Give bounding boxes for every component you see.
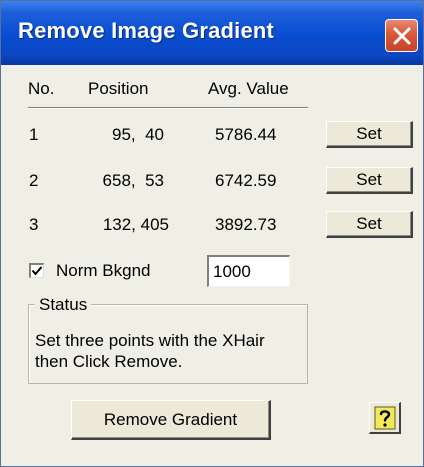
header-avg-value: Avg. Value	[208, 79, 289, 98]
title-bar[interactable]: Remove Image Gradient	[1, 1, 423, 65]
norm-bkgnd-value-input[interactable]	[207, 255, 290, 287]
row-3-position: 132, 405	[102, 215, 169, 234]
help-button[interactable]	[369, 402, 401, 434]
set-button-2[interactable]: Set	[326, 167, 413, 194]
status-message: Set three points with the XHair then Cli…	[35, 330, 305, 372]
remove-image-gradient-dialog: Remove Image Gradient No. Position Avg. …	[0, 0, 424, 467]
checkmark-icon	[31, 266, 43, 276]
close-x-icon	[393, 27, 411, 45]
status-group-label: Status	[35, 295, 92, 315]
header-divider	[28, 107, 308, 109]
row-1-no: 1	[29, 125, 39, 144]
close-button[interactable]	[385, 19, 418, 52]
norm-bkgnd-label[interactable]: Norm Bkgnd	[56, 261, 150, 281]
header-no: No.	[28, 79, 55, 98]
status-message-line-2: then Click Remove.	[35, 352, 183, 371]
set-button-3[interactable]: Set	[326, 211, 413, 238]
remove-gradient-button[interactable]: Remove Gradient	[71, 400, 271, 440]
row-1-position: 95, 40	[112, 125, 164, 144]
set-button-1[interactable]: Set	[326, 121, 413, 148]
norm-bkgnd-checkbox[interactable]	[29, 263, 44, 278]
row-3-no: 3	[29, 215, 39, 234]
help-question-icon	[374, 406, 396, 430]
row-2-position: 658, 53	[102, 171, 164, 190]
row-2-avg-value: 6742.59	[215, 171, 277, 190]
header-position: Position	[88, 79, 149, 98]
row-1-avg-value: 5786.44	[215, 125, 277, 144]
window-title: Remove Image Gradient	[18, 18, 275, 43]
row-2-no: 2	[29, 171, 39, 190]
status-message-line-1: Set three points with the XHair	[35, 331, 265, 350]
row-3-avg-value: 3892.73	[215, 215, 277, 234]
